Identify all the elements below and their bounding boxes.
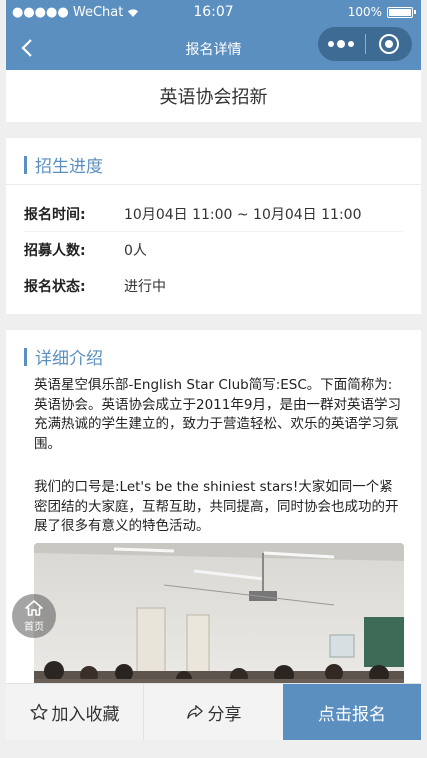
signup-status-row: 报名状态: 进行中 xyxy=(24,268,403,304)
signup-button[interactable]: 点击报名 xyxy=(283,684,421,740)
share-icon xyxy=(186,705,203,719)
nav-bar: 报名详情 xyxy=(6,26,421,70)
close-miniprogram-button[interactable] xyxy=(366,27,413,61)
intro-paragraph-1: 英语星空俱乐部-English Star Club简写:ESC。下面简称为:英语… xyxy=(34,377,401,452)
section-accent-bar xyxy=(24,347,27,366)
detail-section: 详细介绍 英语星空俱乐部-English Star Club简写:ESC。下面简… xyxy=(6,330,421,693)
target-icon xyxy=(378,34,399,54)
recruit-count-row: 招募人数: 0人 xyxy=(24,232,403,268)
miniprogram-capsule xyxy=(318,27,412,61)
add-favorite-label: 加入收藏 xyxy=(51,704,120,725)
signup-status-value: 进行中 xyxy=(124,279,166,295)
star-icon xyxy=(29,703,48,720)
recruit-count-value: 0人 xyxy=(124,243,147,259)
battery-percent: 100% xyxy=(347,5,382,19)
home-float-button[interactable]: 首页 xyxy=(12,594,56,638)
status-bar: ●●●●● WeChat 16:07 100% xyxy=(6,0,421,26)
more-button[interactable] xyxy=(318,27,365,61)
recruit-count-label: 招募人数: xyxy=(24,243,86,259)
progress-section-title: 招生进度 xyxy=(35,157,103,177)
section-accent-bar xyxy=(24,155,27,174)
progress-section: 招生进度 报名时间: 10月04日 11:00 ~ 10月04日 11:00 招… xyxy=(6,138,421,314)
home-icon xyxy=(25,600,43,616)
detail-section-title: 详细介绍 xyxy=(35,349,103,369)
signup-time-row: 报名时间: 10月04日 11:00 ~ 10月04日 11:00 xyxy=(24,196,403,232)
classroom-photo xyxy=(34,543,404,693)
share-button[interactable]: 分享 xyxy=(144,684,283,740)
signup-time-label: 报名时间: xyxy=(24,206,86,223)
intro-paragraph-2: 我们的口号是:Let's be the shiniest stars!大家如同一… xyxy=(34,479,399,534)
home-label: 首页 xyxy=(24,622,44,633)
app-screen: ●●●●● WeChat 16:07 100% 报名详情 英语协会招新 招生进度… xyxy=(6,0,421,740)
add-favorite-button[interactable]: 加入收藏 xyxy=(6,684,144,740)
bottom-action-bar: 加入收藏 分享 点击报名 xyxy=(6,683,421,740)
share-label: 分享 xyxy=(207,704,242,725)
top-bar: ●●●●● WeChat 16:07 100% 报名详情 xyxy=(6,0,421,70)
signup-status-label: 报名状态: xyxy=(24,279,86,295)
battery-icon xyxy=(387,6,416,18)
event-title: 英语协会招新 xyxy=(6,70,421,122)
signup-time-value: 10月04日 11:00 ~ 10月04日 11:00 xyxy=(124,206,362,223)
